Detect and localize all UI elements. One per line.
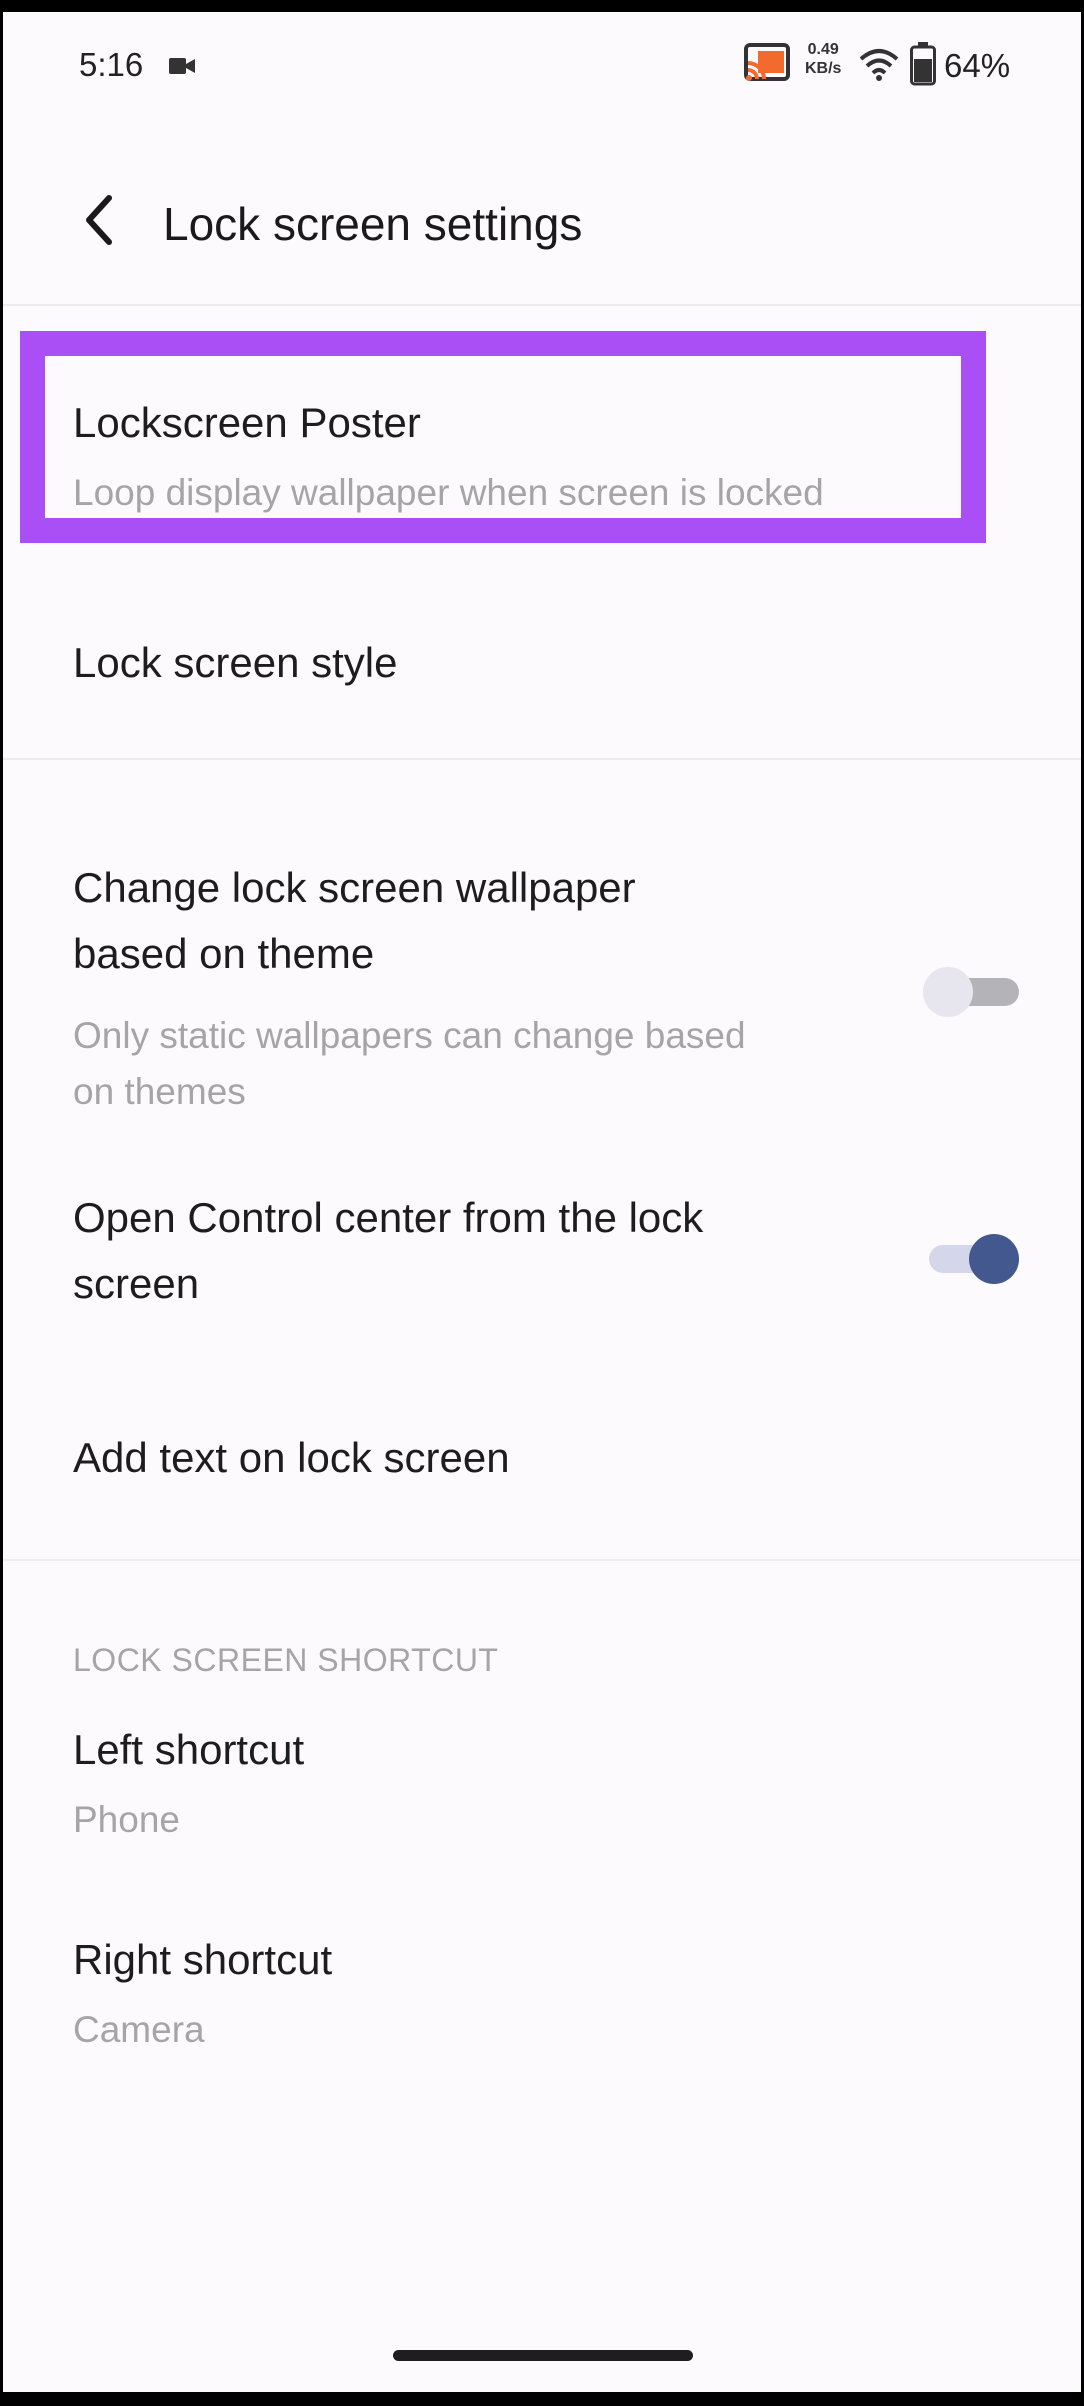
control-center-title-line2: screen (73, 1260, 200, 1307)
right-shortcut-title: Right shortcut (73, 1936, 333, 1983)
page-title: Lock screen settings (163, 198, 583, 250)
status-bar: 5:16 0.49 KB/s 64% (3, 12, 1081, 112)
network-speed: 0.49 KB/s (805, 40, 841, 78)
control-center-toggle[interactable] (923, 1234, 1019, 1284)
home-indicator[interactable] (393, 2350, 693, 2361)
wifi-icon (859, 49, 899, 81)
battery-percent: 64% (944, 47, 1011, 84)
section-divider-1 (3, 758, 1081, 760)
change-wallpaper-subtitle-line2: on themes (73, 1071, 246, 1112)
right-shortcut-value: Camera (73, 2009, 205, 2050)
toggle-knob (923, 967, 973, 1017)
highlight-box (20, 331, 986, 543)
control-center-title-line1: Open Control center from the lock (73, 1194, 704, 1241)
add-text-title: Add text on lock screen (73, 1434, 510, 1481)
change-wallpaper-title-line1: Change lock screen wallpaper (73, 864, 636, 911)
change-wallpaper-subtitle-line1: Only static wallpapers can change based (73, 1015, 746, 1056)
screen-record-icon (169, 58, 195, 74)
section-header-lock-screen-shortcut: LOCK SCREEN SHORTCUT (73, 1642, 499, 1678)
left-shortcut-title: Left shortcut (73, 1726, 305, 1773)
screen: 5:16 0.49 KB/s 64% Lock screen settings … (3, 12, 1081, 2392)
change-wallpaper-toggle[interactable] (923, 967, 1019, 1017)
toggle-knob (969, 1234, 1019, 1284)
cast-icon (744, 43, 790, 81)
left-shortcut-value: Phone (73, 1799, 180, 1840)
network-speed-unit: KB/s (805, 60, 842, 77)
header-divider (3, 304, 1081, 306)
status-time: 5:16 (79, 46, 144, 83)
back-arrow-icon[interactable] (79, 192, 119, 248)
network-speed-value: 0.49 (807, 41, 839, 58)
section-divider-2 (3, 1559, 1081, 1561)
battery-icon (910, 42, 936, 86)
change-wallpaper-title-line2: based on theme (73, 930, 375, 977)
lock-screen-style-title: Lock screen style (73, 639, 398, 686)
